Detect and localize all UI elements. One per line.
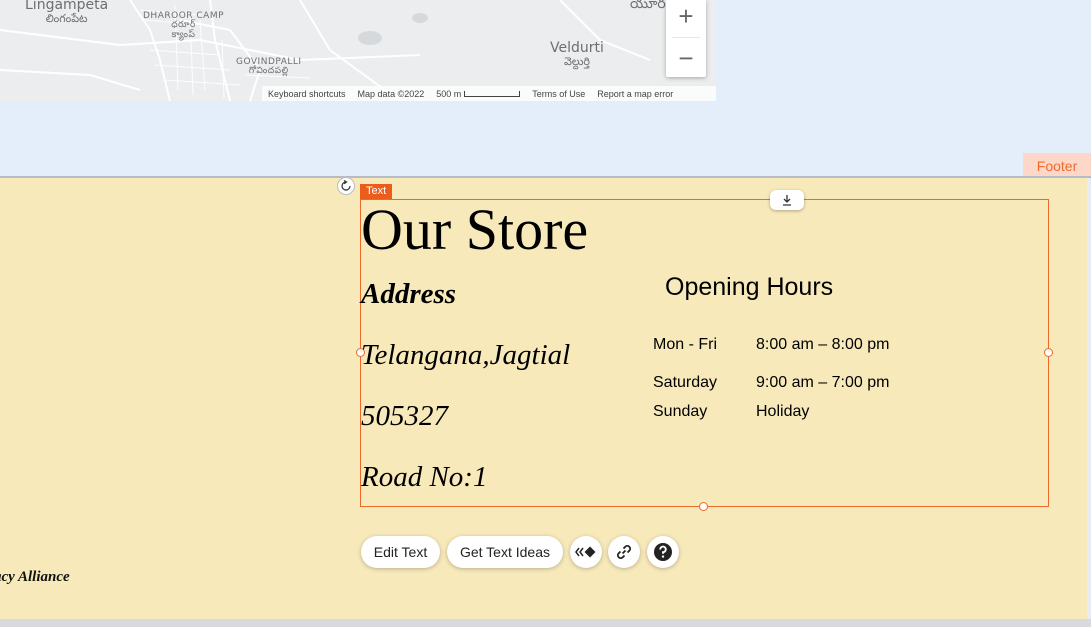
get-text-ideas-button[interactable]: Get Text Ideas bbox=[447, 536, 563, 568]
zoom-out-button[interactable]: − bbox=[666, 39, 706, 77]
terms-of-use-link[interactable]: Terms of Use bbox=[532, 89, 585, 99]
map-label-lingampeta: Lingampeta లింగంపేట bbox=[25, 0, 109, 25]
map-attribution-bar: Keyboard shortcuts Map data ©2022 500 m … bbox=[262, 86, 716, 101]
hours-day: Mon - Fri bbox=[653, 336, 717, 353]
scale-bar bbox=[464, 91, 521, 98]
address-line: Road No:1 bbox=[361, 461, 488, 493]
rotate-icon bbox=[341, 180, 351, 191]
animation-button[interactable] bbox=[570, 536, 602, 568]
report-map-error-link[interactable]: Report a map error bbox=[597, 89, 673, 99]
opening-hours-heading: Opening Hours bbox=[665, 273, 834, 301]
hours-time: 9:00 am – 7:00 pm bbox=[756, 374, 890, 391]
link-button[interactable] bbox=[608, 536, 640, 568]
hours-time: Holiday bbox=[756, 403, 810, 420]
zoom-divider bbox=[672, 37, 700, 38]
map-data-text: Map data ©2022 bbox=[357, 88, 425, 99]
address-line: Telangana,Jagtial bbox=[361, 339, 571, 371]
address-line: 505327 bbox=[361, 400, 448, 432]
canvas-scrollbar-strip bbox=[1087, 178, 1091, 619]
help-button[interactable] bbox=[647, 536, 679, 568]
map-scale: 500 m bbox=[436, 89, 521, 99]
partial-footer-text: acy Alliance bbox=[0, 569, 70, 585]
resize-handle-bottom[interactable] bbox=[699, 502, 708, 511]
map-label-partial: యూర bbox=[630, 0, 666, 12]
map-label-govindpalli: GOVINDPALLI గోవిందపల్లి bbox=[236, 57, 302, 77]
minus-icon: − bbox=[678, 42, 694, 73]
address-heading: Address bbox=[361, 278, 457, 310]
rotate-handle[interactable] bbox=[337, 177, 355, 195]
keyboard-shortcuts-link[interactable]: Keyboard shortcuts bbox=[268, 89, 346, 99]
animation-icon bbox=[575, 546, 596, 558]
plus-icon: + bbox=[678, 0, 694, 31]
download-button[interactable] bbox=[770, 190, 804, 210]
edit-text-button[interactable]: Edit Text bbox=[361, 536, 440, 568]
zoom-in-button[interactable]: + bbox=[666, 0, 706, 35]
hours-day: Saturday bbox=[653, 374, 718, 391]
map-zoom-control: + − bbox=[666, 0, 706, 77]
link-icon bbox=[616, 544, 632, 560]
editor-bottom-bar bbox=[0, 619, 1091, 627]
hours-day: Sunday bbox=[653, 403, 708, 420]
map-label-dharoor-camp: DHAROOR CAMP ధరూర్ క్యాంప్ bbox=[143, 11, 225, 40]
help-icon bbox=[654, 543, 672, 561]
store-title: Our Store bbox=[361, 197, 589, 262]
download-icon bbox=[783, 195, 791, 206]
hours-time: 8:00 am – 8:00 pm bbox=[756, 336, 890, 353]
map-embed[interactable]: Lingampeta లింగంపేట DHAROOR CAMP ధరూర్ క… bbox=[0, 0, 716, 101]
resize-handle-right[interactable] bbox=[1044, 348, 1053, 357]
map-label-veldurti: Veldurti వెల్దుర్తి bbox=[550, 40, 604, 68]
